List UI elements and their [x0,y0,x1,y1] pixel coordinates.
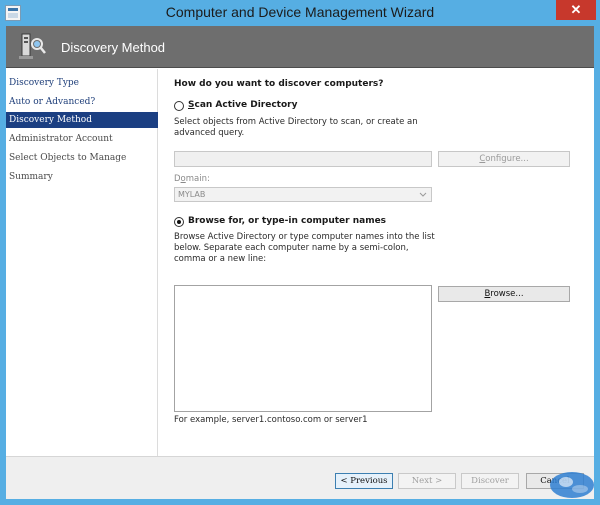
nav-step-summary: Summary [9,172,53,182]
next-button[interactable]: Next > [398,473,456,489]
ad-query-field[interactable] [174,151,432,167]
wizard-steps-nav: Discovery Type Auto or Advanced? Discove… [6,69,158,456]
wizard-window: Computer and Device Management Wizard ✕ … [0,0,600,505]
browse-label[interactable]: Browse for, or type-in computer names [188,216,386,226]
nav-step-administrator-account: Administrator Account [9,134,113,144]
previous-button[interactable]: < Previous [335,473,393,489]
nav-step-select-objects: Select Objects to Manage [9,153,127,163]
page-title: Discovery Method [61,40,166,55]
domain-label: Domain: [174,174,210,184]
browse-description: Browse Active Directory or type computer… [174,232,435,264]
window-title: Computer and Device Management Wizard [165,4,435,20]
scan-ad-label[interactable]: Scan Active Directory [188,100,297,110]
computer-names-textarea[interactable] [174,285,432,412]
close-button[interactable]: ✕ [556,0,596,20]
browse-button[interactable]: Browse... [438,286,570,302]
nav-step-discovery-method[interactable]: Discovery Method [6,112,158,128]
browse-radio[interactable] [174,217,184,227]
scan-ad-radio[interactable] [174,101,184,111]
title-bar[interactable]: Computer and Device Management Wizard ✕ [0,0,600,26]
example-text: For example, server1.contoso.com or serv… [174,415,368,425]
page-content: How do you want to discover computers? S… [164,69,594,456]
scan-ad-description: Select objects from Active Directory to … [174,117,418,138]
wizard-footer: < Previous Next > Discover Cancel [6,456,594,499]
watermark-logo-icon [550,472,594,498]
nav-step-discovery-type[interactable]: Discovery Type [6,75,158,91]
discovery-question: How do you want to discover computers? [174,79,384,89]
chevron-down-icon [419,192,427,197]
nav-step-auto-or-advanced[interactable]: Auto or Advanced? [6,94,158,110]
discovery-wizard-icon [19,33,46,59]
page-header: Discovery Method [6,26,594,68]
domain-selected-value: MYLAB [178,190,206,199]
configure-button[interactable]: Configure... [438,151,570,167]
wizard-client-area: Discovery Method Discovery Type Auto or … [6,26,594,499]
discover-button[interactable]: Discover [461,473,519,489]
domain-select[interactable]: MYLAB [174,187,432,202]
